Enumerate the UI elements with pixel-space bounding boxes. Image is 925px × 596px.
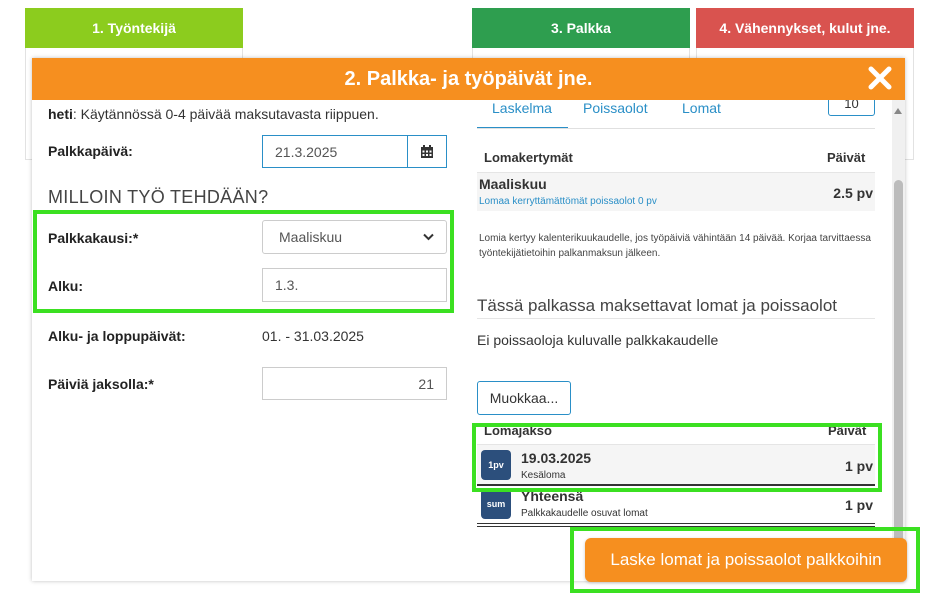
step-tab-label: 1. Työntekijä [92,20,176,36]
days-badge: 1pv [481,450,511,480]
accrual-note: Lomia kertyy kalenterikuukaudelle, jos t… [479,233,871,259]
tab-holidays[interactable]: Lomat [682,100,721,116]
accrual-days: 2.5 pv [833,185,873,201]
row-days: 1 pv [844,497,873,513]
calculate-holidays-button[interactable]: Laske lomat ja poissaolot palkkoihin [585,538,907,582]
table-bottom-line-2 [477,526,875,527]
modal-header: 2. Palkka- ja työpäivät jne. [32,58,905,100]
range-label: Alku- ja loppupäivät: [48,328,186,344]
payment-info: heti: Käytännössä 0-4 päivää maksutavast… [48,106,379,122]
calendar-icon [421,144,433,158]
start-input[interactable]: 1.3. [262,268,447,302]
period-select[interactable]: Maaliskuu [262,220,447,254]
step-tab-label: 3. Palkka [551,20,611,36]
tab-divider [477,128,875,129]
accrual-row: Maaliskuu Lomaa kerryttämättömät poissao… [477,173,875,211]
workdays-modal: 2. Palkka- ja työpäivät jne. heti: Käytä… [32,58,905,581]
days-label: Päiviä jaksolla:* [48,376,154,392]
paid-heading-divider [477,318,875,319]
right-column: Laskelma Poissaolot Lomat 10 Lomakertymä… [477,100,892,581]
row-sub: Palkkakaudelle osuvat lomat [521,508,648,519]
row-date: 19.03.2025 [521,450,592,466]
period-label: Palkkakausi:* [48,230,139,246]
payment-info-text: : Käytännössä 0-4 päivää maksutavasta ri… [72,106,379,122]
step-tab-label: 4. Vähennykset, kulut jne. [719,20,891,36]
no-absences-text: Ei poissaoloja kuluvalle palkkakaudelle [477,332,719,348]
row-title: Yhteensä [521,488,584,504]
calendar-button[interactable] [407,135,447,168]
row-days: 1 pv [844,458,873,474]
payment-info-bold: heti [48,106,73,122]
step-tab-salary[interactable]: 3. Palkka [472,8,690,48]
scroll-up-arrow[interactable] [894,108,902,114]
tab-calculation[interactable]: Laskelma [492,100,552,116]
step-tab-employee[interactable]: 1. Työntekijä [25,8,243,48]
days-input[interactable]: 21 [262,367,447,400]
start-label: Alku: [48,278,83,294]
payday-label: Palkkapäivä: [48,143,133,159]
chevron-down-icon [423,233,434,241]
scrollbar[interactable] [892,100,905,581]
section-heading: MILLOIN TYÖ TEHDÄÄN? [48,187,269,207]
left-column: heti: Käytännössä 0-4 päivää maksutavast… [32,100,472,581]
table-row[interactable]: 1pv 19.03.2025 Kesäloma 1 pv [477,445,875,485]
accrual-days-header: Päivät [827,150,866,165]
table-row: sum Yhteensä Palkkakaudelle osuvat lomat… [477,486,875,522]
modal-title: 2. Palkka- ja työpäivät jne. [344,67,593,90]
paid-heading: Tässä palkassa maksettavat lomat ja pois… [477,296,838,315]
period-days-header: Päivät [828,423,867,438]
accrual-sub: Lomaa kerryttämättömät poissaolot 0 pv [479,196,657,207]
scrollbar-thumb[interactable] [894,180,903,570]
range-value: 01. - 31.03.2025 [262,328,364,344]
edit-button[interactable]: Muokkaa... [477,381,571,415]
close-icon[interactable] [867,65,893,91]
sum-badge: sum [481,489,511,519]
payday-input[interactable]: 21.3.2025 [262,135,408,168]
table-bottom-line [477,523,875,524]
period-header: Lomajakso [484,423,552,438]
top-cut-button[interactable]: 10 [828,100,875,116]
step-tab-deductions[interactable]: 4. Vähennykset, kulut jne. [696,8,914,48]
accrual-month: Maaliskuu [479,176,547,192]
tab-absences[interactable]: Poissaolot [583,100,648,116]
period-select-value: Maaliskuu [279,229,343,245]
accrual-header: Lomakertymät [484,150,573,165]
row-sub: Kesäloma [521,470,566,481]
